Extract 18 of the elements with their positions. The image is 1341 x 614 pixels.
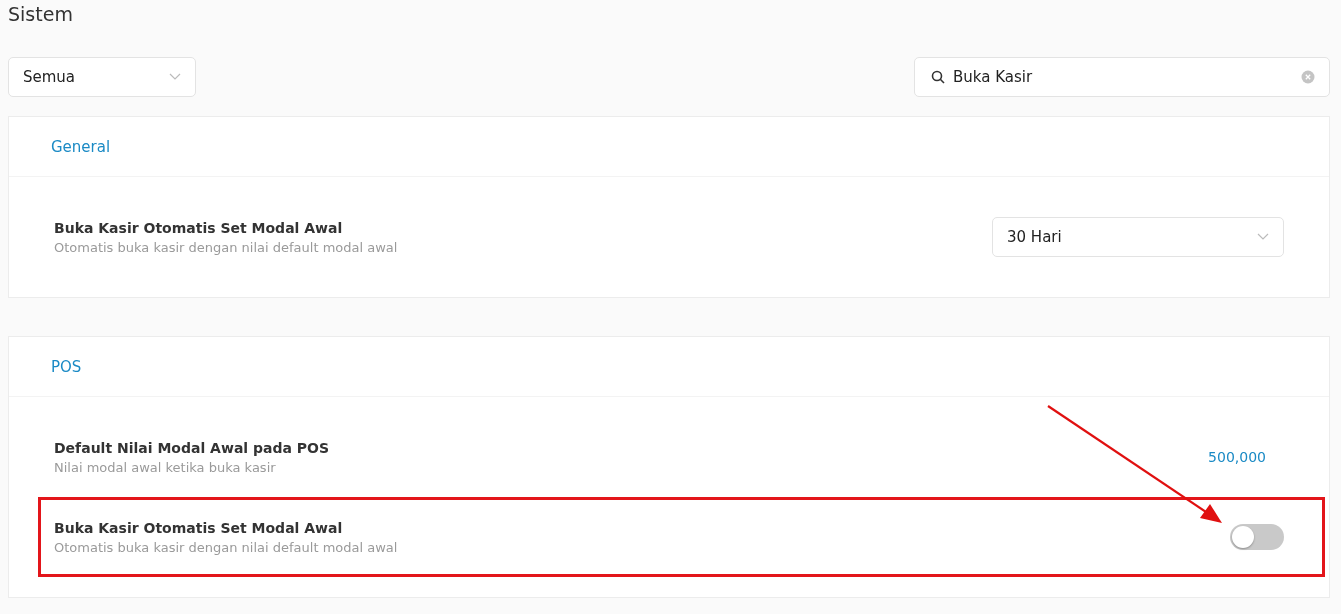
search-icon bbox=[931, 70, 945, 84]
setting-description: Otomatis buka kasir dengan nilai default modal awal bbox=[54, 539, 398, 555]
clear-icon[interactable] bbox=[1301, 70, 1315, 84]
page-title: Sistem bbox=[8, 2, 74, 27]
period-dropdown[interactable]: 30 Hari bbox=[992, 217, 1284, 257]
chevron-down-icon bbox=[169, 73, 181, 81]
category-dropdown[interactable]: Semua bbox=[8, 57, 196, 97]
setting-label: Buka Kasir Otomatis Set Modal Awal bbox=[54, 519, 344, 536]
search-field[interactable]: Buka Kasir bbox=[914, 57, 1330, 97]
setting-label: Default Nilai Modal Awal pada POS bbox=[54, 439, 330, 456]
section-title: General bbox=[51, 137, 111, 156]
setting-description: Otomatis buka kasir dengan nilai default modal awal bbox=[54, 239, 398, 255]
chevron-down-icon bbox=[1257, 233, 1269, 241]
section-title: POS bbox=[51, 357, 82, 376]
amount-link[interactable]: 500,000 bbox=[1208, 449, 1266, 465]
setting-description: Nilai modal awal ketika buka kasir bbox=[54, 459, 277, 475]
toggle-switch[interactable] bbox=[1230, 524, 1284, 550]
setting-label: Buka Kasir Otomatis Set Modal Awal bbox=[54, 219, 344, 236]
